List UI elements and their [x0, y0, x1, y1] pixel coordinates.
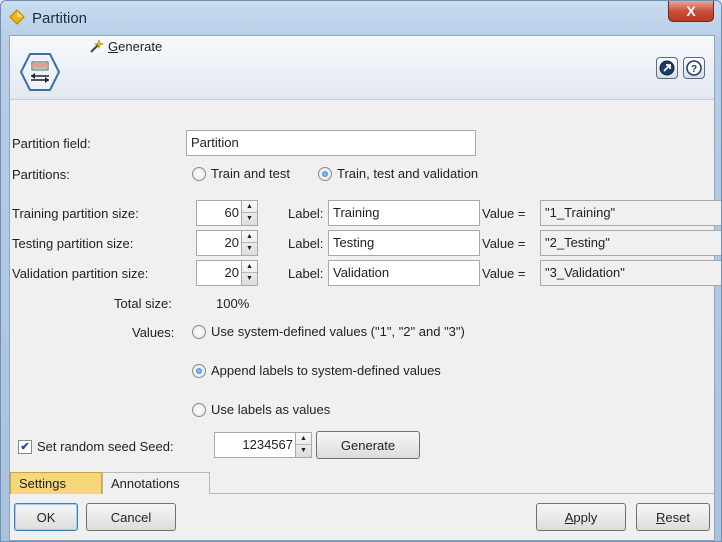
dialog-body: Generate ? Partition field: Partition Pa… [9, 35, 721, 541]
title-bar[interactable]: Partition X [1, 1, 721, 35]
partition-field-input[interactable]: Partition [186, 130, 476, 156]
training-value-prefix: Value = [482, 206, 526, 221]
wand-icon [90, 39, 104, 53]
partition-field-label: Partition field: [12, 136, 91, 151]
help-button[interactable]: ? [683, 57, 705, 79]
validation-size-stepper[interactable]: 20 ▲ ▼ [196, 260, 258, 286]
svg-text:?: ? [691, 64, 697, 75]
radio-train-test[interactable] [192, 166, 206, 181]
testing-label-prefix: Label: [288, 236, 324, 251]
cancel-button[interactable]: Cancel [86, 503, 176, 531]
training-size-label: Training partition size: [12, 206, 139, 221]
stepper-arrows[interactable]: ▲ ▼ [241, 231, 257, 255]
seed-stepper[interactable]: 1234567 ▲ ▼ [214, 432, 312, 458]
values-label: Values: [132, 325, 175, 340]
radio-append-labels[interactable] [192, 363, 206, 378]
generate-menu[interactable]: Generate [88, 38, 162, 54]
partition-node-icon [20, 53, 60, 91]
testing-value-display: "2_Testing" [540, 230, 721, 256]
training-size-stepper[interactable]: 60 ▲ ▼ [196, 200, 258, 226]
testing-label-input[interactable]: Testing [328, 230, 480, 256]
expand-button[interactable] [656, 57, 678, 79]
training-label-prefix: Label: [288, 206, 324, 221]
partitions-label: Partitions: [12, 167, 70, 182]
total-size-value: 100% [216, 296, 250, 311]
training-label-input[interactable]: Training [328, 200, 480, 226]
diamond-icon [9, 9, 25, 25]
reset-button[interactable]: Reset [636, 503, 710, 531]
button-bar: OK Cancel Apply Reset [10, 494, 714, 540]
validation-value-display: "3_Validation" [540, 260, 721, 286]
validation-value-prefix: Value = [482, 266, 526, 281]
validation-label-input[interactable]: Validation [328, 260, 480, 286]
stepper-arrows[interactable]: ▲ ▼ [241, 201, 257, 225]
total-size-label: Total size: [114, 296, 172, 311]
apply-button[interactable]: Apply [536, 503, 626, 531]
help-icon: ? [686, 60, 702, 76]
radio-system-values[interactable] [192, 324, 206, 339]
window-title: Partition [32, 10, 88, 27]
values-option-append[interactable]: Append labels to system-defined values [192, 363, 441, 378]
partition-dialog: Partition X Generate ? Partition field: … [0, 0, 722, 542]
testing-size-stepper[interactable]: 20 ▲ ▼ [196, 230, 258, 256]
values-option-labels[interactable]: Use labels as values [192, 402, 330, 417]
partition-option-train-test-validation[interactable]: Train, test and validation [318, 166, 478, 181]
settings-form: Partition field: Partition Partitions: T… [10, 100, 721, 468]
testing-size-label: Testing partition size: [12, 236, 134, 251]
generate-label: Generate [108, 38, 163, 54]
partition-option-train-test[interactable]: Train and test [192, 166, 290, 181]
expand-icon [659, 60, 675, 76]
stepper-arrows[interactable]: ▲ ▼ [295, 433, 311, 457]
random-seed-checkbox[interactable]: ✔ [18, 439, 32, 454]
radio-labels-as-values[interactable] [192, 402, 206, 417]
close-button[interactable]: X [668, 1, 714, 22]
tab-bar: Settings Annotations [10, 470, 714, 494]
tab-annotations[interactable]: Annotations [102, 472, 210, 494]
values-option-system[interactable]: Use system-defined values ("1", "2" and … [192, 324, 465, 339]
ok-button[interactable]: OK [14, 503, 78, 531]
validation-size-label: Validation partition size: [12, 266, 149, 281]
testing-value-prefix: Value = [482, 236, 526, 251]
random-seed-toggle[interactable]: ✔ Set random seed Seed: [18, 439, 174, 454]
radio-train-test-validation[interactable] [318, 166, 332, 181]
validation-label-prefix: Label: [288, 266, 324, 281]
training-value-display: "1_Training" [540, 200, 721, 226]
generate-seed-button[interactable]: Generate [316, 431, 420, 459]
stepper-arrows[interactable]: ▲ ▼ [241, 261, 257, 285]
toolbar: Generate ? [10, 36, 714, 100]
tab-settings[interactable]: Settings [10, 472, 102, 494]
